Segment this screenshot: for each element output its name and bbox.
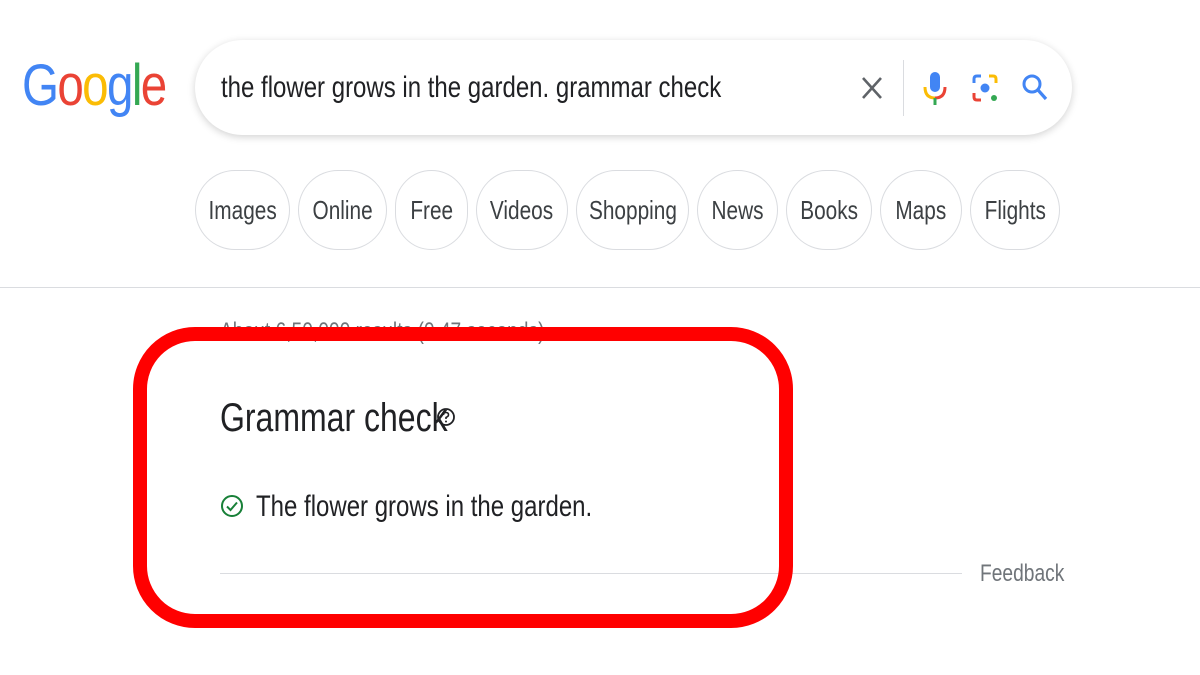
- chip-online[interactable]: Online: [298, 170, 387, 250]
- google-logo[interactable]: Google: [22, 52, 197, 119]
- close-icon[interactable]: [852, 68, 892, 108]
- chip-news[interactable]: News: [697, 170, 778, 250]
- chip-shopping[interactable]: Shopping: [576, 170, 689, 250]
- mic-icon[interactable]: [915, 68, 955, 108]
- filter-chips: Images Online Free Videos Shopping News …: [195, 170, 1060, 250]
- search-input[interactable]: the flower grows in the garden. grammar …: [221, 71, 721, 105]
- feedback-link[interactable]: Feedback: [980, 560, 1064, 588]
- header-divider: [0, 287, 1200, 288]
- chip-free[interactable]: Free: [395, 170, 468, 250]
- chip-books[interactable]: Books: [786, 170, 872, 250]
- search-icon[interactable]: [1015, 68, 1055, 108]
- chip-flights[interactable]: Flights: [970, 170, 1060, 250]
- chip-videos[interactable]: Videos: [476, 170, 568, 250]
- lens-icon[interactable]: [965, 68, 1005, 108]
- chip-images[interactable]: Images: [195, 170, 290, 250]
- search-box[interactable]: the flower grows in the garden. grammar …: [195, 40, 1072, 135]
- annotation-highlight-box: [133, 327, 793, 628]
- separator: [903, 60, 904, 116]
- chip-maps[interactable]: Maps: [880, 170, 962, 250]
